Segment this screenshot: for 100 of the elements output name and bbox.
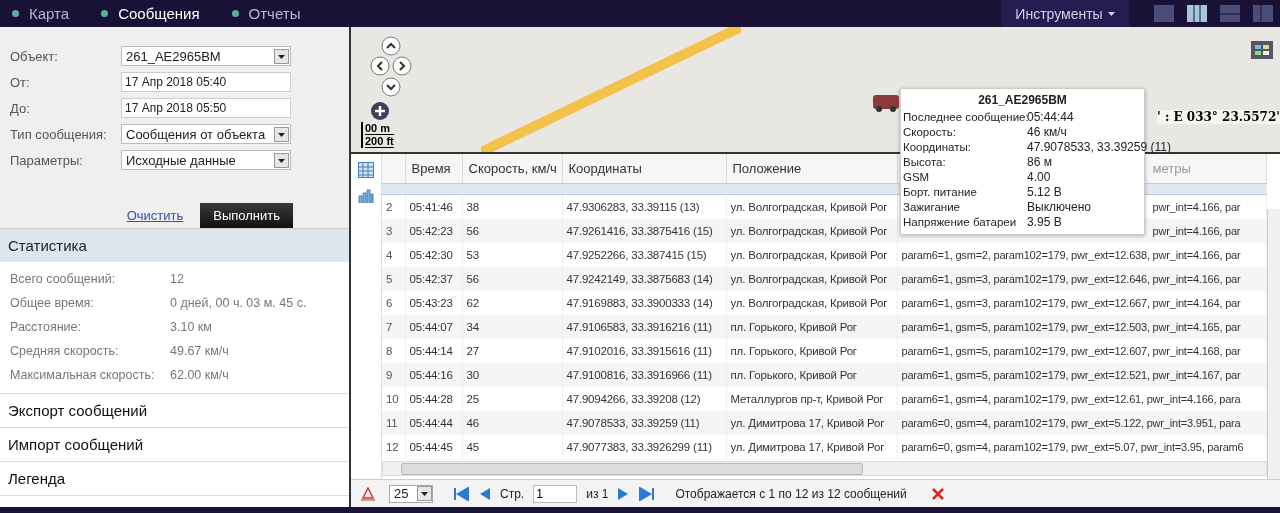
last-page-icon[interactable] xyxy=(638,486,655,501)
tooltip-value: 3.95 В xyxy=(1027,215,1062,230)
pager-status: Отображается с 1 по 12 из 12 сообщений xyxy=(675,486,907,501)
sort-icon[interactable] xyxy=(361,486,375,501)
tooltip-value: 86 м xyxy=(1027,155,1052,170)
table-cell: param6=0, gsm=4, param102=179, pwr_ext=5.07, pwr_int=3.95, param6 xyxy=(901,441,1244,453)
tooltip-value: Выключено xyxy=(1027,200,1091,215)
tooltip-label: Высота: xyxy=(903,155,947,170)
dot-icon xyxy=(101,10,109,17)
table-cell: pwr_int=4.166, par xyxy=(1152,225,1241,237)
nav-tab[interactable]: Отчеты xyxy=(231,5,301,22)
table-cell: 47.9261416, 33.3875416 (15) xyxy=(562,219,726,243)
tools-menu[interactable]: Инструменты xyxy=(1001,0,1129,27)
tooltip-label: Координаты: xyxy=(903,140,972,155)
column-header[interactable]: Положение xyxy=(726,154,897,184)
dot-icon xyxy=(12,10,19,17)
table-cell: 46 xyxy=(462,411,562,435)
stat-label: Общее время: xyxy=(10,296,95,310)
date-field[interactable]: 17 Апр 2018 05:40 xyxy=(121,72,291,92)
select-field[interactable]: Сообщения от объекта xyxy=(121,124,291,144)
table-cell: 30 xyxy=(462,363,562,387)
table-cell: пл. Горького, Кривой Рог xyxy=(726,363,897,387)
close-icon[interactable] xyxy=(931,487,944,500)
row-number: 5 xyxy=(382,267,405,291)
coordinates-readout: ' : E 033° 23.5572' xyxy=(1157,110,1280,124)
section-header[interactable]: Статистика xyxy=(0,228,349,262)
section-header[interactable]: Легенда xyxy=(0,462,349,496)
column-header[interactable]: Скорость, км/ч xyxy=(462,154,562,184)
stat-value: 49.67 км/ч xyxy=(170,344,229,358)
scale-label: 00 m xyxy=(365,122,394,135)
page-size-select[interactable]: 25 xyxy=(389,484,433,503)
table-cell: 45 xyxy=(462,435,562,459)
table-cell: param6=1, gsm=3, param102=179, pwr_ext=12.646, pwr_int=4.166, par xyxy=(901,273,1241,285)
table-cell: ул. Димитрова 17, Кривой Рог xyxy=(726,435,897,459)
table-cell: ул. Волгоградская, Кривой Рог xyxy=(726,219,897,243)
dropdown-icon xyxy=(274,126,289,142)
table-cell: 05:42:23 xyxy=(405,219,462,243)
table-cell: 47.9077383, 33.3926299 (11) xyxy=(562,435,726,459)
scale-label: 200 ft xyxy=(365,135,394,148)
scrollbar-thumb[interactable] xyxy=(401,463,863,475)
column-header[interactable]: Координаты xyxy=(562,154,726,184)
row-number: 3 xyxy=(382,219,405,243)
tooltip-value: 46 км/ч xyxy=(1027,125,1067,140)
table-cell: ул. Волгоградская, Кривой Рог xyxy=(726,267,897,291)
stat-label: Максимальная скорость: xyxy=(10,368,156,382)
page-field[interactable]: 1 xyxy=(533,484,578,503)
table-cell: 47.9078533, 33.39259 (11) xyxy=(562,411,726,435)
stat-label: Расстояние: xyxy=(10,320,82,334)
field-label: Объект: xyxy=(10,48,59,64)
table-cell: 05:44:16 xyxy=(405,363,462,387)
layout-icon[interactable] xyxy=(1187,5,1207,22)
zoom-in-icon[interactable] xyxy=(370,101,390,121)
date-field[interactable]: 17 Апр 2018 05:50 xyxy=(121,98,291,118)
row-number: 7 xyxy=(382,315,405,339)
table-cell: пл. Горького, Кривой Рог xyxy=(726,315,897,339)
layers-icon[interactable] xyxy=(1251,41,1273,59)
table-cell: 05:44:44 xyxy=(405,411,462,435)
stat-value: 3.10 км xyxy=(170,320,212,334)
tooltip-label: Напряжение батареи xyxy=(903,215,1018,230)
nav-tab[interactable]: Сообщения xyxy=(101,5,200,22)
table-cell: ул. Димитрова 17, Кривой Рог xyxy=(726,411,897,435)
table-cell: param6=1, gsm=4, param102=179, pwr_ext=12.61, pwr_int=4.166, para xyxy=(901,393,1241,405)
table-cell: 05:44:07 xyxy=(405,315,462,339)
section-header[interactable]: Экспорт сообщений xyxy=(0,394,349,428)
table-cell: pwr_int=4.166, par xyxy=(1152,201,1241,213)
nav-tab[interactable]: Карта xyxy=(12,5,70,22)
section-header[interactable]: Импорт сообщений xyxy=(0,428,349,462)
page-count: из 1 xyxy=(586,486,609,501)
row-number: 9 xyxy=(382,363,405,387)
table-cell: param6=1, gsm=3, param102=179, pwr_ext=12.667, pwr_int=4.164, par xyxy=(901,297,1241,309)
stat-value: 12 xyxy=(170,272,184,286)
next-page-icon[interactable] xyxy=(617,486,630,501)
table-cell: 05:44:45 xyxy=(405,435,462,459)
stat-label: Всего сообщений: xyxy=(10,272,117,286)
bar-chart-icon[interactable] xyxy=(358,187,374,203)
select-field[interactable]: Исходные данные xyxy=(121,150,291,170)
field-label: Тип сообщения: xyxy=(10,126,108,142)
clear-link[interactable]: Очистить xyxy=(126,208,184,223)
horizontal-scrollbar[interactable] xyxy=(382,461,1267,476)
stat-value: 62.00 км/ч xyxy=(170,368,229,382)
table-icon[interactable] xyxy=(358,162,374,178)
vertical-scrollbar[interactable] xyxy=(1267,209,1280,479)
tooltip-value: 4.00 xyxy=(1027,170,1051,185)
field-label: От: xyxy=(10,74,31,90)
table-cell: 05:42:37 xyxy=(405,267,462,291)
previous-page-icon[interactable] xyxy=(479,486,491,501)
tooltip-value: 5.12 В xyxy=(1027,185,1062,200)
table-cell: 56 xyxy=(462,267,562,291)
tooltip-label: Последнее сообщение: xyxy=(903,110,1027,125)
page-label: Стр. xyxy=(500,486,525,501)
row-number: 12 xyxy=(382,435,405,459)
select-field[interactable]: 261_AE2965BM xyxy=(121,46,291,66)
tooltip-label: Борт. питание xyxy=(903,185,978,200)
run-button[interactable]: Выполнить xyxy=(200,203,293,228)
stat-value: 0 дней, 00 ч. 03 м. 45 с. xyxy=(170,296,307,310)
first-page-icon[interactable] xyxy=(454,486,470,501)
table-cell: 56 xyxy=(462,219,562,243)
dropdown-icon xyxy=(417,486,432,501)
dropdown-icon xyxy=(274,48,289,64)
column-header[interactable]: Время xyxy=(405,154,462,184)
